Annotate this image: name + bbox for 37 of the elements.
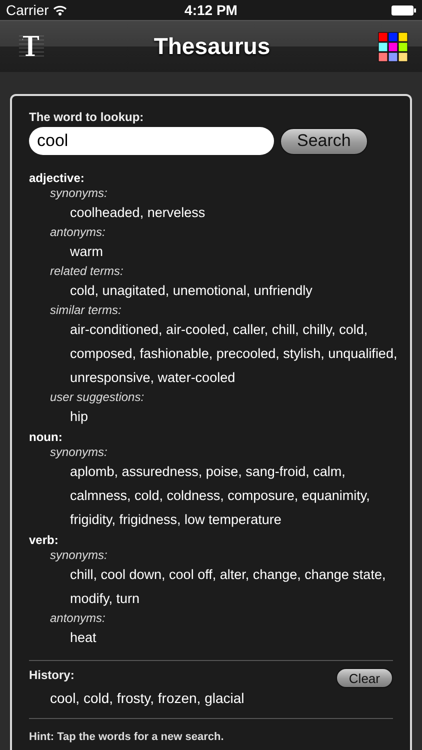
app-title: Thesaurus — [154, 33, 270, 60]
wifi-icon — [52, 4, 67, 16]
relation-label: antonyms: — [49, 611, 106, 626]
word-list[interactable]: modify, turn — [70, 587, 140, 611]
word-list[interactable]: unresponsive, water-cooled — [70, 366, 236, 390]
relation-label: synonyms: — [49, 186, 108, 201]
relation-label: antonyms: — [49, 225, 106, 240]
relation-label: user suggestions: — [49, 390, 146, 405]
hint-text: Hint: Tap the words for a new search. — [29, 731, 225, 743]
history-label: History: — [29, 668, 76, 682]
lookup-label: The word to lookup: — [29, 110, 145, 124]
clear-button[interactable]: Clear — [336, 668, 393, 688]
word-list[interactable]: cold, unagitated, unemotional, unfriendly — [70, 279, 312, 303]
relation-label: synonyms: — [49, 548, 108, 563]
word-list[interactable]: calmness, cold, coldness, composure, equanimity, — [70, 484, 370, 508]
color-grid-icon[interactable] — [378, 32, 408, 62]
word-list[interactable]: air-conditioned, air-cooled, caller, chill, chilly, cold, — [70, 318, 368, 342]
word-input-field[interactable]: cool — [29, 127, 274, 155]
relation-label: related terms: — [49, 264, 124, 279]
part-of-speech: adjective: — [29, 170, 86, 186]
relation-label: synonyms: — [49, 445, 108, 460]
word-list[interactable]: coolheaded, nerveless — [70, 201, 206, 225]
word-list[interactable]: hip — [70, 405, 88, 429]
word-list[interactable]: aplomb, assuredness, poise, sang-froid, calm, — [70, 460, 346, 484]
word-list[interactable]: warm — [70, 240, 103, 264]
word-list[interactable]: frigidity, frigidness, low temperature — [70, 508, 282, 532]
battery-icon — [391, 4, 416, 16]
search-button[interactable]: Search — [280, 128, 368, 154]
part-of-speech: verb: — [29, 532, 60, 548]
history-words[interactable]: cool, cold, frosty, frozen, glacial — [29, 688, 244, 708]
word-list[interactable]: heat — [70, 626, 96, 650]
carrier-name: Carrier — [6, 2, 49, 18]
word-list[interactable]: composed, fashionable, precooled, stylish, unqualified, — [70, 342, 398, 366]
status-time: 4:12 PM — [184, 2, 238, 18]
relation-label: similar terms: — [49, 303, 122, 318]
word-list[interactable]: chill, cool down, cool off, alter, change, change state, — [70, 563, 386, 587]
part-of-speech: noun: — [29, 429, 64, 445]
